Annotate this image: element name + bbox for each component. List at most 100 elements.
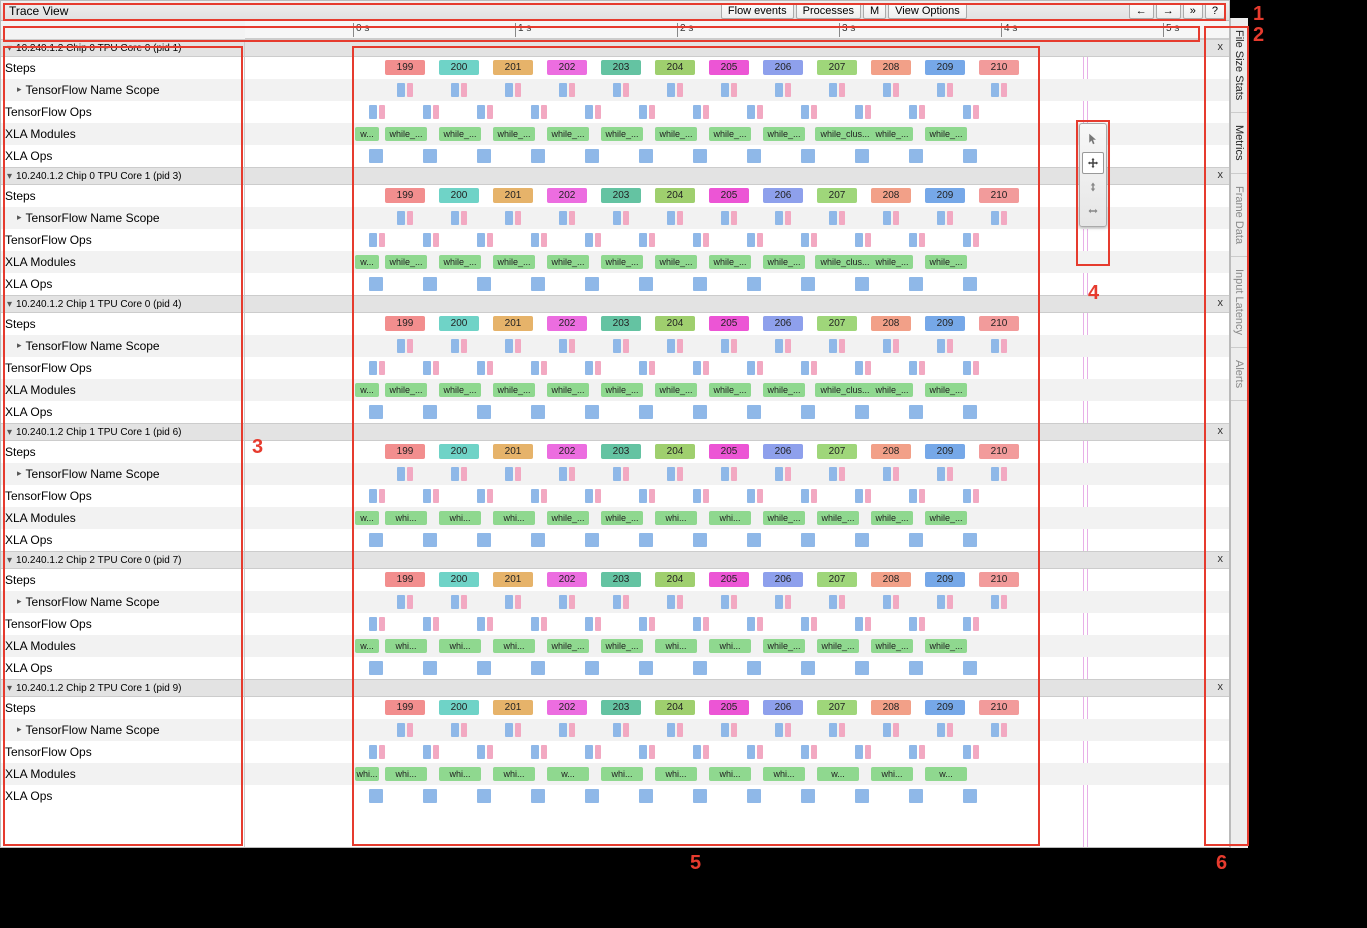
xlaop-event[interactable] xyxy=(423,789,437,803)
op-event[interactable] xyxy=(855,105,863,119)
xlamod-track[interactable]: w...whi...whi...whi...while_...while_...… xyxy=(245,635,1229,657)
xlaop-event[interactable] xyxy=(693,149,707,163)
xlaop-event[interactable] xyxy=(747,277,761,291)
scope-event[interactable] xyxy=(461,467,467,481)
scope-event[interactable] xyxy=(451,83,459,97)
step-event[interactable]: 202 xyxy=(547,188,587,203)
scope-event[interactable] xyxy=(667,467,675,481)
xla-module-event[interactable]: w... xyxy=(355,255,379,269)
track-label[interactable]: Steps xyxy=(1,697,244,719)
scope-event[interactable] xyxy=(893,723,899,737)
xlaop-event[interactable] xyxy=(423,149,437,163)
step-event[interactable]: 199 xyxy=(385,60,425,75)
step-event[interactable]: 205 xyxy=(709,572,749,587)
scope-event[interactable] xyxy=(829,339,837,353)
xla-module-event[interactable]: w... xyxy=(925,767,967,781)
op-event[interactable] xyxy=(369,233,377,247)
scope-event[interactable] xyxy=(883,467,891,481)
step-event[interactable]: 205 xyxy=(709,444,749,459)
step-event[interactable]: 206 xyxy=(763,444,803,459)
scope-event[interactable] xyxy=(893,595,899,609)
step-event[interactable]: 206 xyxy=(763,572,803,587)
xla-module-event[interactable]: while_... xyxy=(763,127,805,141)
track-label[interactable]: TensorFlow Ops xyxy=(1,229,244,251)
op-event[interactable] xyxy=(487,489,493,503)
scope-event[interactable] xyxy=(775,595,783,609)
help-button[interactable]: ? xyxy=(1205,3,1225,19)
step-event[interactable]: 210 xyxy=(979,316,1019,331)
xla-module-event[interactable]: while_... xyxy=(547,383,589,397)
namescope-track[interactable] xyxy=(245,719,1229,741)
op-event[interactable] xyxy=(963,361,971,375)
step-event[interactable]: 203 xyxy=(601,444,641,459)
scope-event[interactable] xyxy=(677,339,683,353)
xlaop-event[interactable] xyxy=(477,149,491,163)
op-event[interactable] xyxy=(595,361,601,375)
xlaop-event[interactable] xyxy=(693,789,707,803)
xlamod-track[interactable]: w...while_...while_...while_...while_...… xyxy=(245,251,1229,273)
scope-event[interactable] xyxy=(569,723,575,737)
xlaop-event[interactable] xyxy=(801,277,815,291)
nav-back-button[interactable]: ← xyxy=(1129,3,1154,19)
xlaop-event[interactable] xyxy=(477,533,491,547)
step-event[interactable]: 210 xyxy=(979,188,1019,203)
xlamod-track[interactable]: w...whi...whi...whi...while_...while_...… xyxy=(245,507,1229,529)
namescope-track[interactable] xyxy=(245,79,1229,101)
scope-event[interactable] xyxy=(839,467,845,481)
track-label[interactable]: Steps xyxy=(1,569,244,591)
step-event[interactable]: 199 xyxy=(385,700,425,715)
step-event[interactable]: 209 xyxy=(925,700,965,715)
xlaop-event[interactable] xyxy=(477,789,491,803)
xlaop-event[interactable] xyxy=(693,277,707,291)
track-label[interactable]: ▸TensorFlow Name Scope xyxy=(1,463,244,485)
xla-module-event[interactable]: while_... xyxy=(763,639,805,653)
scope-event[interactable] xyxy=(893,339,899,353)
op-event[interactable] xyxy=(595,617,601,631)
op-event[interactable] xyxy=(639,233,647,247)
close-process-button[interactable]: x xyxy=(1218,553,1224,565)
xlaop-event[interactable] xyxy=(855,789,869,803)
xlaop-event[interactable] xyxy=(423,661,437,675)
xla-module-event[interactable]: while_... xyxy=(709,127,751,141)
xla-module-event[interactable]: whi... xyxy=(601,767,643,781)
scope-event[interactable] xyxy=(829,595,837,609)
xla-module-event[interactable]: whi... xyxy=(655,511,697,525)
scope-event[interactable] xyxy=(461,83,467,97)
scope-event[interactable] xyxy=(1001,339,1007,353)
scope-event[interactable] xyxy=(731,339,737,353)
op-event[interactable] xyxy=(865,233,871,247)
op-event[interactable] xyxy=(433,361,439,375)
op-event[interactable] xyxy=(531,361,539,375)
op-event[interactable] xyxy=(423,489,431,503)
op-event[interactable] xyxy=(757,489,763,503)
step-event[interactable]: 204 xyxy=(655,188,695,203)
scope-event[interactable] xyxy=(451,211,459,225)
op-event[interactable] xyxy=(379,105,385,119)
scope-event[interactable] xyxy=(407,83,413,97)
xlaops-track[interactable] xyxy=(245,529,1229,551)
xla-module-event[interactable]: whi... xyxy=(385,767,427,781)
xla-module-event[interactable]: while_... xyxy=(763,255,805,269)
step-event[interactable]: 203 xyxy=(601,188,641,203)
scope-event[interactable] xyxy=(883,211,891,225)
xlaop-event[interactable] xyxy=(909,789,923,803)
scope-event[interactable] xyxy=(667,595,675,609)
op-event[interactable] xyxy=(595,233,601,247)
step-event[interactable]: 199 xyxy=(385,188,425,203)
xlaop-event[interactable] xyxy=(531,405,545,419)
op-event[interactable] xyxy=(757,361,763,375)
op-event[interactable] xyxy=(531,489,539,503)
op-event[interactable] xyxy=(801,105,809,119)
op-event[interactable] xyxy=(757,233,763,247)
scope-event[interactable] xyxy=(775,339,783,353)
op-event[interactable] xyxy=(747,361,755,375)
scope-event[interactable] xyxy=(623,595,629,609)
scope-event[interactable] xyxy=(991,467,999,481)
scope-event[interactable] xyxy=(721,723,729,737)
op-event[interactable] xyxy=(369,489,377,503)
xlaop-event[interactable] xyxy=(801,149,815,163)
step-event[interactable]: 207 xyxy=(817,572,857,587)
xla-module-event[interactable]: while_... xyxy=(925,383,967,397)
xlaop-event[interactable] xyxy=(477,405,491,419)
scope-event[interactable] xyxy=(677,211,683,225)
